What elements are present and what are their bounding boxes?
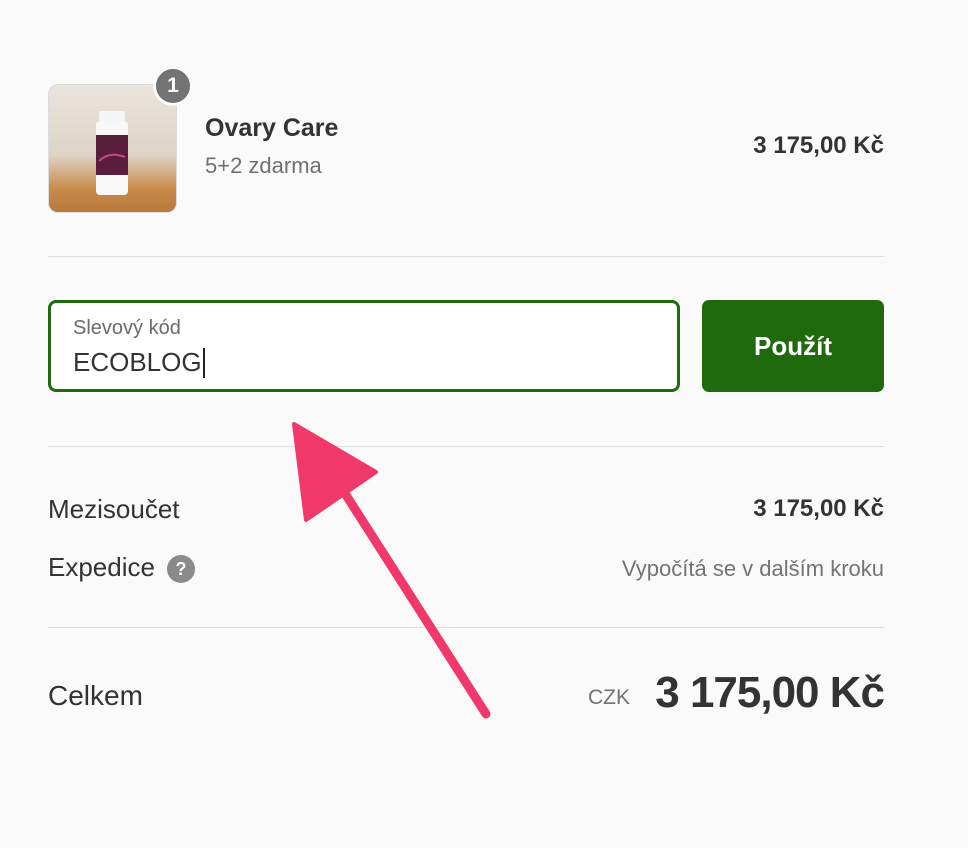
shipping-label: Expedice [48,552,155,582]
quantity-badge: 1 [153,66,193,106]
product-name: Ovary Care [205,114,339,142]
help-icon[interactable]: ? [166,555,195,584]
discount-code-value: ECOBLOG [73,347,202,377]
total-currency: CZK [588,686,630,709]
total-label: Celkem [48,680,143,711]
divider [48,446,884,447]
cart-line-item: 1 Ovary Care 5+2 zdarma 3 175,00 Kč [48,66,884,213]
supplement-bottle-image [96,111,128,195]
subtotal-value: 3 175,00 Kč [753,495,884,522]
divider [48,627,884,628]
discount-code-input[interactable]: Slevový kód ECOBLOG [48,300,680,392]
product-thumbnail [48,84,177,213]
discount-code-label: Slevový kód [73,317,181,339]
shipping-value: Vypočítá se v dalším kroku [621,556,884,581]
total-value: 3 175,00 Kč [655,668,885,717]
divider [48,256,884,257]
subtotal-label: Mezisoučet [48,494,180,524]
product-price: 3 175,00 Kč [753,132,884,159]
order-summary: 1 Ovary Care 5+2 zdarma 3 175,00 Kč Slev… [48,0,885,848]
text-caret [202,347,205,378]
discount-code-value-wrap: ECOBLOG [73,347,205,378]
apply-discount-button[interactable]: Použít [702,300,884,392]
product-variant: 5+2 zdarma [205,153,322,178]
shipping-row-label: Expedice? [48,552,195,584]
